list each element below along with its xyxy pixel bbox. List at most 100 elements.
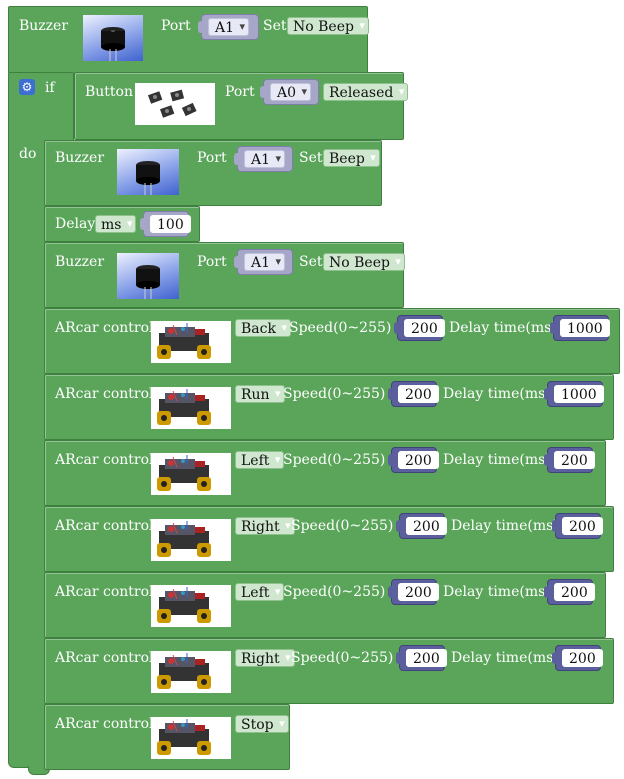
arcar-image — [151, 321, 231, 363]
speed-socket: 200 — [388, 447, 439, 473]
arcar-control-block[interactable]: ARcar control BackSpeed(0~255) 200Delay ti… — [44, 308, 620, 374]
speed-label: Speed(0~255) — [291, 650, 394, 666]
port-label: Port — [197, 150, 227, 166]
arcar-control-block[interactable]: ARcar control LeftSpeed(0~255) 200Delay ti… — [44, 572, 606, 638]
arcar-label: ARcar control — [55, 518, 154, 534]
delay-value-input[interactable]: 100 — [150, 215, 191, 233]
state-dropdown[interactable]: Beep — [323, 149, 380, 167]
port-dropdown[interactable]: A1 — [244, 253, 286, 271]
delay-block[interactable]: Delay ms 100 — [44, 206, 200, 242]
direction-dropdown[interactable]: Left — [235, 451, 285, 469]
state-dropdown[interactable]: Released — [323, 83, 409, 101]
arcar-label: ARcar control — [55, 650, 154, 666]
delay-label: Delay — [55, 216, 96, 232]
speed-socket: 200 — [396, 645, 447, 671]
port-socket: A1 — [234, 249, 293, 275]
direction-dropdown[interactable]: Left — [235, 583, 285, 601]
speed-label: Speed(0~255) — [289, 320, 392, 336]
delay-time-input[interactable]: 200 — [554, 451, 595, 469]
arcar-label: ARcar control — [55, 386, 154, 402]
direction-dropdown[interactable]: Run — [235, 385, 285, 403]
delay-time-label: Delay time(ms) — [443, 584, 551, 600]
delay-value-socket: 100 — [140, 211, 191, 237]
buzzer-label: Buzzer — [55, 150, 105, 166]
speed-label: Speed(0~255) — [283, 386, 386, 402]
port-label: Port — [225, 84, 255, 100]
direction-dropdown[interactable]: Back — [235, 319, 291, 337]
speed-label: Speed(0~255) — [283, 584, 386, 600]
speed-socket: 200 — [394, 315, 445, 341]
arcar-control-block[interactable]: ARcar control RightSpeed(0~255) 200Delay t… — [44, 506, 614, 572]
port-dropdown[interactable]: A0 — [270, 83, 312, 101]
state-dropdown[interactable]: No Beep — [323, 253, 405, 271]
delay-time-socket: 200 — [552, 513, 603, 539]
delay-time-input[interactable]: 1000 — [554, 385, 604, 403]
port-dropdown[interactable]: A1 — [244, 150, 286, 168]
buzzer-image — [117, 253, 179, 299]
speed-socket: 200 — [388, 579, 439, 605]
speed-socket: 200 — [396, 513, 447, 539]
state-dropdown[interactable]: No Beep — [287, 17, 369, 35]
delay-time-label: Delay time(ms) — [443, 452, 551, 468]
port-socket: A0 — [260, 79, 319, 105]
arcar-image — [151, 585, 231, 627]
delay-time-label: Delay time(ms) — [449, 320, 557, 336]
delay-time-socket: 1000 — [544, 381, 604, 407]
speed-input[interactable]: 200 — [406, 649, 447, 667]
set-label: Set — [299, 150, 323, 166]
speed-input[interactable]: 200 — [398, 583, 439, 601]
delay-unit-dropdown[interactable]: ms — [95, 215, 137, 233]
delay-time-socket: 1000 — [550, 315, 610, 341]
delay-time-input[interactable]: 200 — [554, 583, 595, 601]
speed-input[interactable]: 200 — [406, 517, 447, 535]
buzzer-block-beep[interactable]: Buzzer Port A1 Set Beep — [44, 140, 382, 206]
port-socket: A1 — [198, 14, 259, 40]
buzzer-image — [83, 15, 143, 61]
delay-time-label: Delay time(ms) — [451, 650, 559, 666]
speed-input[interactable]: 200 — [398, 451, 439, 469]
arcar-control-block[interactable]: ARcar control LeftSpeed(0~255) 200Delay ti… — [44, 440, 606, 506]
direction-dropdown[interactable]: Stop — [235, 715, 289, 733]
direction-dropdown[interactable]: Right — [235, 517, 295, 535]
arcar-image — [151, 387, 231, 429]
arcar-control-block[interactable]: ARcar control RightSpeed(0~255) 200Delay t… — [44, 638, 614, 704]
arcar-label: ARcar control — [55, 452, 154, 468]
if-label: if — [45, 80, 55, 96]
arcar-image — [151, 519, 231, 561]
delay-time-socket: 200 — [544, 579, 595, 605]
button-image — [135, 83, 215, 125]
arcar-label: ARcar control — [55, 584, 154, 600]
do-label: do — [19, 146, 37, 162]
arcar-label: ARcar control — [55, 716, 154, 732]
arcar-label: ARcar control — [55, 320, 154, 336]
direction-dropdown[interactable]: Right — [235, 649, 295, 667]
port-label: Port — [161, 18, 191, 34]
arcar-image — [151, 651, 231, 693]
arcar-image — [151, 717, 231, 759]
button-label: Button — [85, 84, 134, 100]
delay-time-input[interactable]: 200 — [562, 649, 603, 667]
set-label: Set — [299, 254, 323, 270]
arcar-control-block[interactable]: ARcar control RunSpeed(0~255) 200Delay tim… — [44, 374, 614, 440]
delay-time-label: Delay time(ms) — [443, 386, 551, 402]
port-socket: A1 — [234, 146, 293, 172]
buzzer-label: Buzzer — [19, 18, 69, 34]
buzzer-block-top[interactable]: Buzzer Port A1 Set No Beep — [8, 6, 369, 74]
delay-time-input[interactable]: 1000 — [560, 319, 610, 337]
buzzer-block-nobeep[interactable]: Buzzer Port A1 Set No Beep — [44, 242, 405, 308]
delay-time-input[interactable]: 200 — [562, 517, 603, 535]
delay-time-socket: 200 — [552, 645, 603, 671]
delay-time-label: Delay time(ms) — [451, 518, 559, 534]
buzzer-image — [117, 149, 179, 195]
speed-input[interactable]: 200 — [404, 319, 445, 337]
arcar-control-block[interactable]: ARcar control Stop — [44, 704, 290, 770]
speed-label: Speed(0~255) — [283, 452, 386, 468]
set-label: Set — [263, 18, 287, 34]
gear-icon[interactable]: ⚙ — [19, 79, 35, 95]
buzzer-label: Buzzer — [55, 254, 105, 270]
button-block[interactable]: Button Port A0 Released — [74, 72, 409, 140]
port-dropdown[interactable]: A1 — [208, 18, 250, 36]
speed-socket: 200 — [388, 381, 439, 407]
speed-input[interactable]: 200 — [398, 385, 439, 403]
delay-time-socket: 200 — [544, 447, 595, 473]
